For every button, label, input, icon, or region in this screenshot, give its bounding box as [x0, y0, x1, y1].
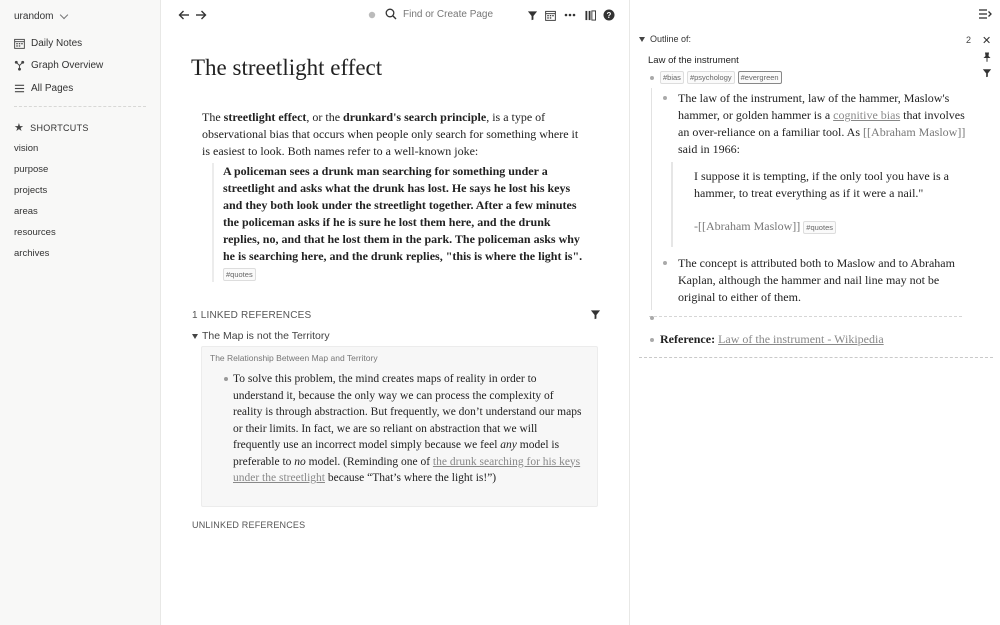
unlinked-references-heading[interactable]: UNLINKED REFERENCES	[192, 520, 305, 530]
intro-text: , or the	[306, 110, 344, 124]
left-sidebar: urandom Daily Notes Graph Overview All P…	[0, 0, 161, 625]
nav-label: Graph Overview	[31, 60, 104, 71]
reference-block: The Relationship Between Map and Territo…	[201, 346, 598, 507]
ref-text-emphasis: no	[294, 455, 306, 468]
reference-label: Reference:	[660, 332, 716, 346]
block-bullet[interactable]	[224, 377, 228, 381]
ref-text-part: model. (Reminding one of	[305, 455, 433, 468]
outline-label: Outline of:	[650, 34, 692, 44]
star-icon: ★	[14, 122, 25, 134]
quote-attribution[interactable]: -[[Abraham Maslow]] #quotes	[694, 218, 964, 235]
maslow-quote[interactable]: I suppose it is tempting, if the only to…	[694, 168, 964, 202]
breadcrumb[interactable]: The Relationship Between Map and Territo…	[210, 353, 378, 363]
block-bullet[interactable]	[663, 96, 667, 100]
shortcut-archives[interactable]: archives	[14, 248, 49, 259]
more-options-icon[interactable]	[563, 8, 577, 22]
shortcuts-label: SHORTCUTS	[30, 122, 89, 133]
filter-icon[interactable]	[590, 309, 601, 320]
shortcut-resources[interactable]: resources	[14, 227, 56, 238]
graph-switcher[interactable]: urandom	[14, 10, 69, 22]
outline-header[interactable]: Outline of:	[639, 34, 691, 44]
quote-bar	[671, 162, 673, 247]
tag-psychology[interactable]: #psychology	[686, 71, 735, 84]
ref-text-part: because “That’s where the light is!”)	[324, 472, 497, 484]
main-content: Find or Create Page ? The streetlight ef…	[161, 0, 629, 625]
intro-block[interactable]: The streetlight effect, or the drunkard'…	[202, 109, 582, 160]
topbar: Find or Create Page ?	[161, 0, 629, 32]
intro-bold-term: drunkard's search principle	[343, 110, 487, 124]
help-icon[interactable]: ?	[602, 8, 616, 22]
divider	[649, 316, 962, 317]
wikipedia-link[interactable]: Law of the instrument - Wikipedia	[718, 332, 884, 346]
reference-text[interactable]: To solve this problem, the mind creates …	[233, 371, 583, 487]
collapse-triangle-icon[interactable]	[192, 333, 198, 339]
quotes-tag[interactable]: #quotes	[223, 268, 256, 281]
quotes-tag[interactable]: #quotes	[803, 221, 836, 234]
concept-block[interactable]: The concept is attributed both to Maslow…	[678, 255, 968, 306]
block-text: said in 1966:	[678, 142, 740, 156]
shortcut-purpose[interactable]: purpose	[14, 164, 48, 175]
shortcut-areas[interactable]: areas	[14, 206, 38, 217]
reference-block[interactable]: Reference: Law of the instrument - Wikip…	[660, 331, 980, 348]
cognitive-bias-link[interactable]: cognitive bias	[833, 108, 900, 122]
list-icon	[14, 84, 25, 93]
law-definition-block[interactable]: The law of the instrument, law of the ha…	[678, 90, 968, 158]
chevron-down-icon	[60, 10, 69, 20]
nav-graph-overview[interactable]: Graph Overview	[14, 60, 103, 71]
svg-text:?: ?	[607, 11, 612, 20]
columns-icon[interactable]	[583, 8, 597, 22]
page-title[interactable]: The streetlight effect	[191, 55, 382, 81]
block-bullet[interactable]	[650, 316, 654, 320]
shortcut-vision[interactable]: vision	[14, 143, 38, 154]
calendar-icon[interactable]	[543, 8, 557, 22]
filter-icon[interactable]	[982, 68, 992, 78]
graph-icon	[14, 60, 25, 71]
block-bullet[interactable]	[650, 338, 654, 342]
shortcuts-heading: ★ SHORTCUTS	[14, 121, 89, 134]
intro-bold-term: streetlight effect	[223, 110, 307, 124]
outline-page-title[interactable]: Law of the instrument	[648, 55, 739, 66]
nav-label: All Pages	[31, 83, 74, 94]
graph-name-label: urandom	[14, 11, 54, 22]
block-bullet[interactable]	[663, 261, 667, 265]
sync-status-icon	[365, 8, 379, 22]
indent-guide	[651, 88, 652, 310]
reference-page-title[interactable]: The Map is not the Territory	[192, 330, 330, 342]
tag-evergreen[interactable]: #evergreen	[737, 71, 782, 84]
window-count: 2	[966, 35, 972, 45]
intro-text: The	[202, 110, 224, 124]
search-input[interactable]: Find or Create Page	[385, 8, 493, 20]
nav-daily-notes[interactable]: Daily Notes	[14, 38, 82, 49]
sidebar-toggle-icon[interactable]	[978, 8, 992, 20]
ref-text-emphasis: any	[500, 439, 517, 451]
sidebar-divider	[14, 106, 146, 107]
shortcut-projects[interactable]: projects	[14, 185, 47, 196]
back-arrow-icon[interactable]	[177, 8, 191, 22]
close-icon[interactable]: ✕	[982, 34, 991, 47]
forward-arrow-icon[interactable]	[194, 8, 208, 22]
calendar-icon	[14, 38, 25, 49]
search-placeholder: Find or Create Page	[403, 8, 494, 20]
tag-bias[interactable]: #bias	[660, 71, 684, 84]
filter-icon[interactable]	[525, 8, 539, 22]
right-sidebar: Outline of: 2 ✕ Law of the instrument #b…	[629, 0, 1000, 625]
search-icon	[385, 8, 397, 20]
nav-all-pages[interactable]: All Pages	[14, 83, 73, 94]
quote-text: A policeman sees a drunk man searching f…	[223, 164, 583, 263]
ref-page-label: The Map is not the Territory	[202, 330, 330, 342]
panel-divider	[639, 357, 993, 358]
nav-label: Daily Notes	[31, 38, 83, 49]
linked-references-heading[interactable]: 1 LINKED REFERENCES	[192, 310, 311, 321]
maslow-page-ref[interactable]: [[Abraham Maslow]]	[863, 125, 965, 139]
tag-row: #bias #psychology #evergreen	[660, 71, 782, 84]
block-bullet[interactable]	[650, 76, 654, 80]
pin-icon[interactable]	[982, 52, 992, 62]
attribution-ref[interactable]: -[[Abraham Maslow]]	[694, 219, 800, 233]
joke-quote-block[interactable]: A policeman sees a drunk man searching f…	[212, 163, 584, 282]
collapse-triangle-icon[interactable]	[639, 36, 645, 42]
